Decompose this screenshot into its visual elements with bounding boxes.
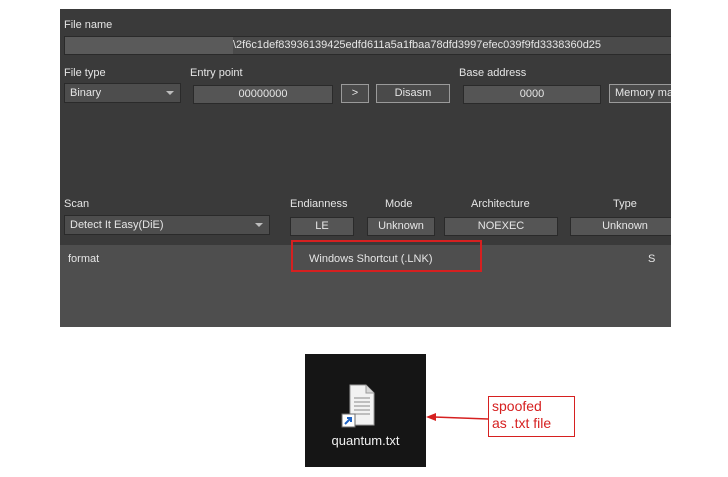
mode-field: Unknown xyxy=(367,217,435,236)
scan-label: Scan xyxy=(64,198,90,210)
entry-point-label: Entry point xyxy=(190,67,243,79)
die-window: File name \2f6c1def83936139425edfd611a5a… xyxy=(60,9,671,327)
file-type-label: File type xyxy=(64,67,106,79)
file-type-select[interactable]: Binary xyxy=(64,83,181,103)
endianness-label: Endianness xyxy=(290,198,348,210)
mode-label: Mode xyxy=(385,198,413,210)
spoofed-annotation: spoofed as .txt file xyxy=(488,396,575,437)
architecture-label: Architecture xyxy=(471,198,530,210)
file-name-label: File name xyxy=(64,19,113,31)
scan-engine-value: Detect It Easy(DiE) xyxy=(70,219,164,231)
endianness-field: LE xyxy=(290,217,354,236)
desktop-file-view: quantum.txt xyxy=(305,354,426,467)
disasm-button[interactable]: Disasm xyxy=(376,84,450,103)
file-name-field[interactable]: \2f6c1def83936139425edfd611a5a1fbaa78dfd… xyxy=(64,36,671,55)
memory-map-button[interactable]: Memory ma xyxy=(609,84,671,103)
text-file-shortcut-icon[interactable] xyxy=(341,384,381,428)
annotation-line-2: as .txt file xyxy=(492,415,552,431)
base-address-label: Base address xyxy=(459,67,527,79)
type-label: Type xyxy=(613,198,637,210)
chevron-down-icon xyxy=(255,223,263,227)
result-flag: S xyxy=(648,253,656,265)
entry-point-field[interactable]: 00000000 xyxy=(193,85,333,104)
annotation-line-1: spoofed xyxy=(492,398,542,414)
base-address-field[interactable]: 0000 xyxy=(463,85,601,104)
file-name-value: \2f6c1def83936139425edfd611a5a1fbaa78dfd… xyxy=(233,39,602,51)
chevron-down-icon xyxy=(166,91,174,95)
format-highlight-box xyxy=(291,240,482,272)
callout-arrow-icon xyxy=(426,413,489,421)
redacted-path-block xyxy=(65,37,233,54)
next-button[interactable]: > xyxy=(341,84,369,103)
architecture-field: NOEXEC xyxy=(444,217,558,236)
file-name-text[interactable]: quantum.txt xyxy=(305,433,426,448)
scan-engine-select[interactable]: Detect It Easy(DiE) xyxy=(64,215,270,235)
file-type-value: Binary xyxy=(70,87,102,99)
type-field: Unknown xyxy=(570,217,671,236)
result-key: format xyxy=(68,253,100,265)
